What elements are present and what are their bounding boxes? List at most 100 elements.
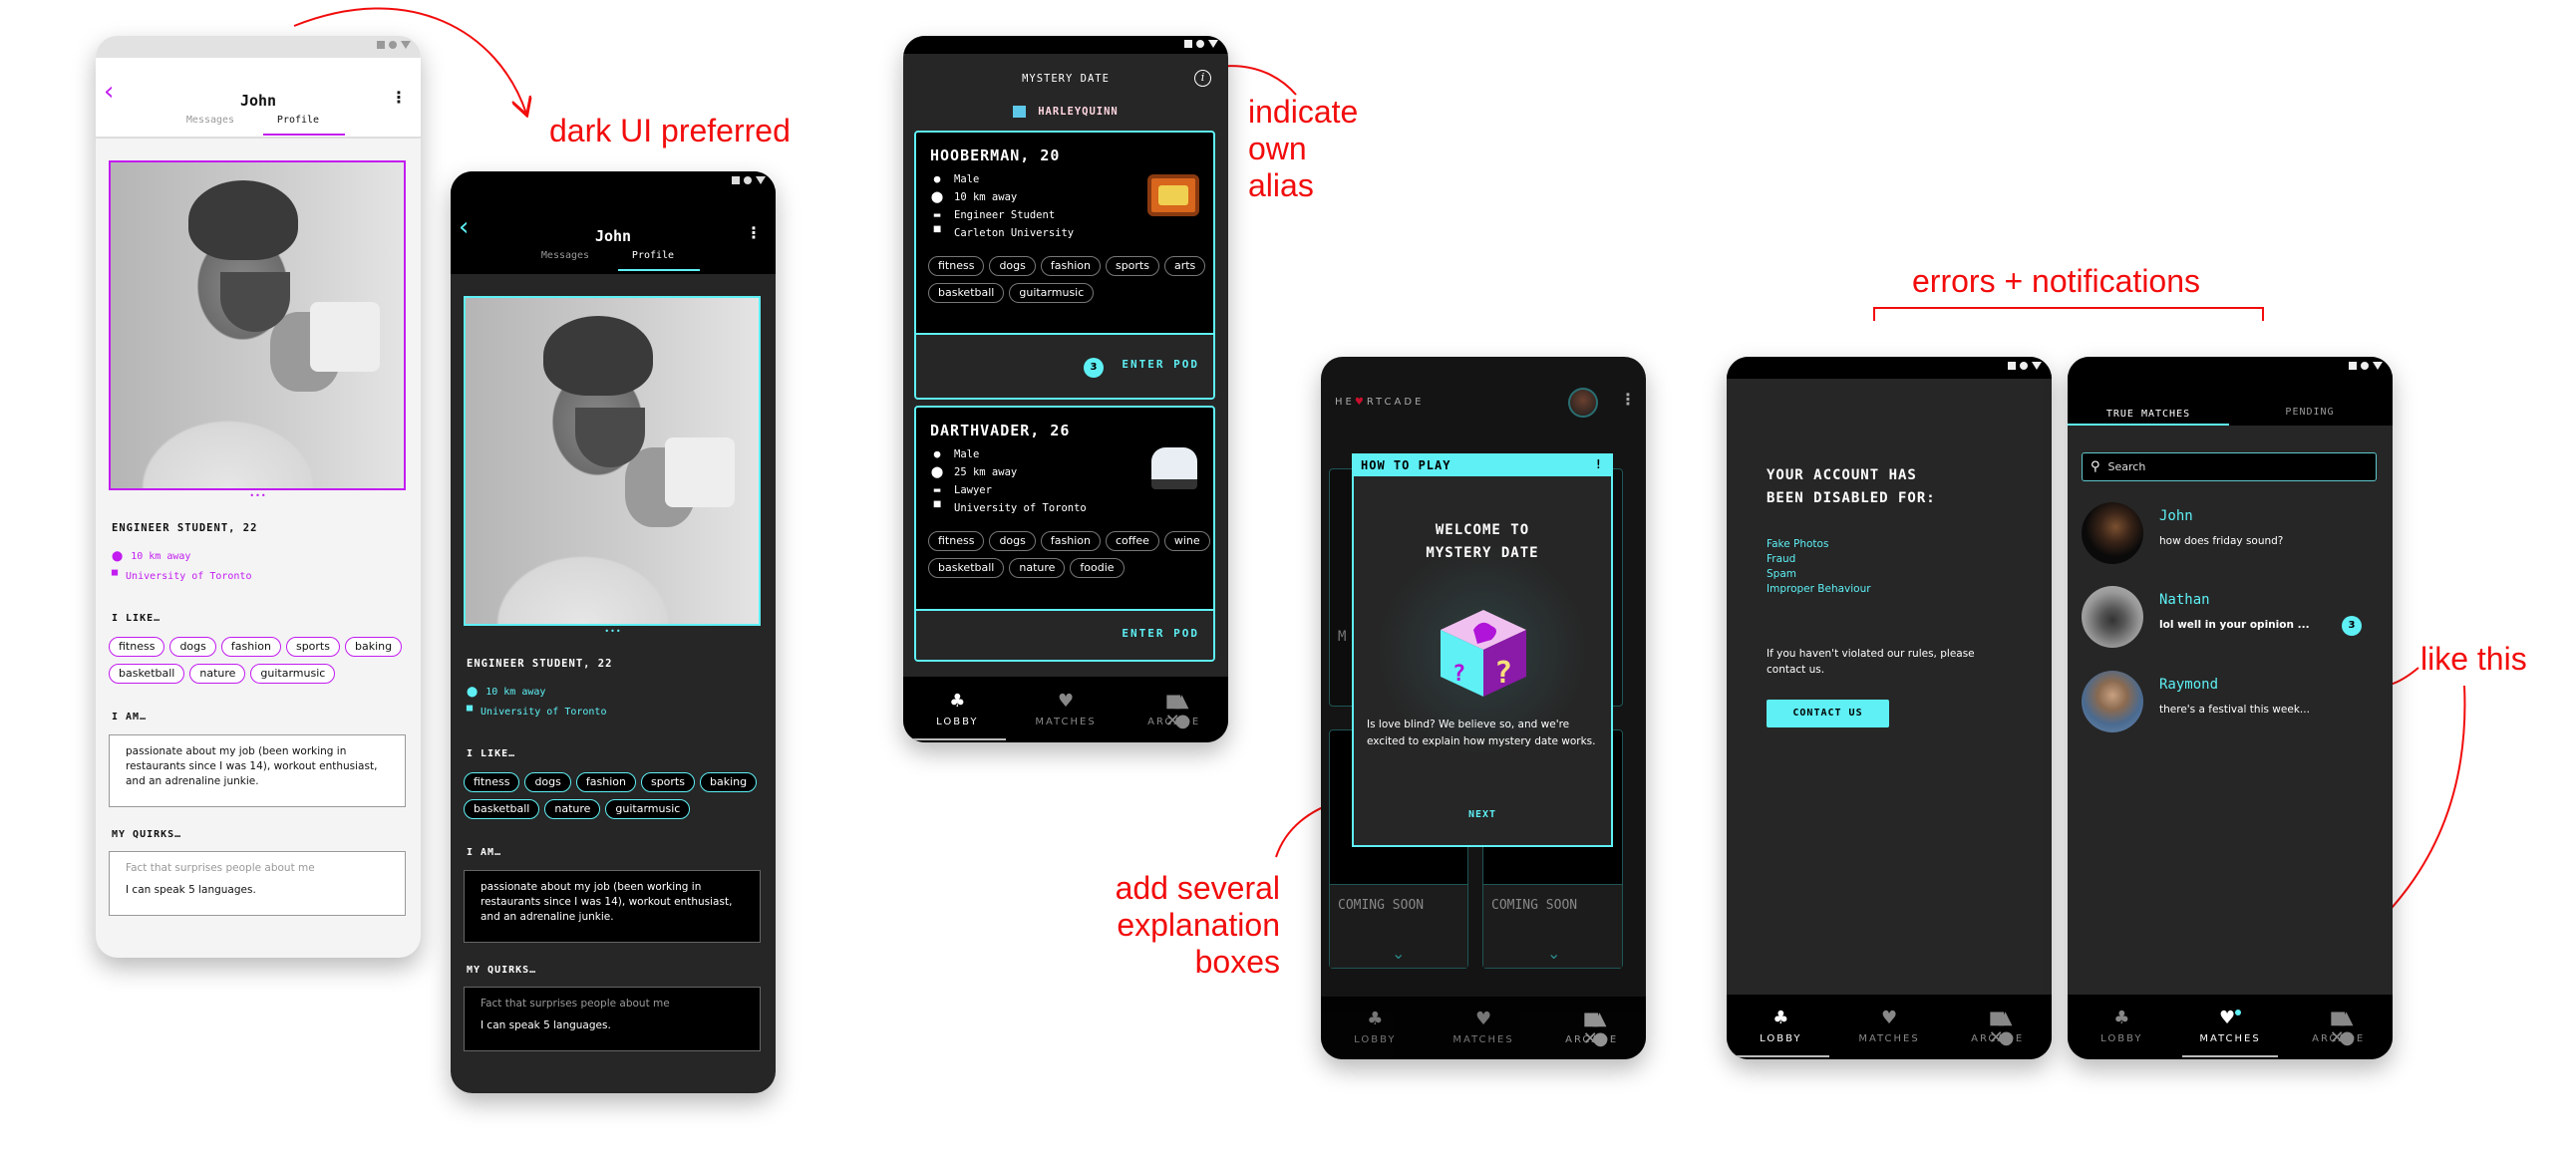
chip[interactable]: fashion <box>575 772 636 792</box>
nav-arcade[interactable]: ■ ▲ ✕ ● ARCADE <box>1537 997 1646 1059</box>
photo-pager-dots[interactable]: ••• <box>451 628 776 636</box>
coming-soon-label: COMING SOON <box>1338 898 1425 913</box>
quirks-label: MY QUIRKS… <box>112 829 182 840</box>
active-tab-indicator <box>618 269 700 271</box>
gender: Male <box>954 447 980 460</box>
chip[interactable]: nature <box>544 799 601 819</box>
headline: ENGINEER STUDENT, 22 <box>467 658 613 670</box>
match-message: how does friday sound? <box>2159 535 2284 547</box>
match-message: there's a festival this week... <box>2159 704 2310 716</box>
pod-card[interactable]: DARTHVADER, 26 ● Male ⬤ 25 km away ▬ Lawyer… <box>914 406 1215 662</box>
svg-text:?: ? <box>1452 662 1465 687</box>
nav-matches[interactable]: ♥ MATCHES <box>2176 995 2285 1059</box>
chip[interactable]: fitness <box>109 637 165 657</box>
nav-lobby[interactable]: ♣ LOBBY <box>903 677 1012 742</box>
notification-dot <box>2235 1010 2242 1015</box>
profile-header: ‹ John ⋮ Messages Profile <box>451 193 776 274</box>
unread-badge: 3 <box>2342 616 2362 636</box>
mystery-box-icon: ?? <box>1441 610 1526 697</box>
chip[interactable]: sports <box>285 637 340 657</box>
circle-icon <box>744 176 752 184</box>
nav-arcade[interactable]: ■ ▲ ✕ ● ARCADE <box>1120 677 1228 742</box>
nav-lobby[interactable]: ♣ LOBBY <box>1321 997 1430 1059</box>
tab-messages[interactable]: Messages <box>520 250 610 261</box>
more-menu-icon[interactable]: ⋮ <box>391 88 407 107</box>
chip[interactable]: nature <box>189 664 246 684</box>
next-button[interactable]: NEXT <box>1354 809 1611 820</box>
chip: nature <box>1009 558 1066 578</box>
chip: wine <box>1163 531 1210 551</box>
arcade-icon: ■ ▲ ✕ ● <box>1164 690 1191 731</box>
tab-pending[interactable]: PENDING <box>2229 407 2391 418</box>
signal-icon <box>401 41 411 49</box>
chip[interactable]: sports <box>640 772 695 792</box>
chip: dogs <box>989 256 1036 276</box>
nav-matches[interactable]: ♥ MATCHES <box>1012 677 1121 742</box>
match-item[interactable]: Nathan lol well in your opinion ... 3 <box>2082 586 2381 648</box>
likes-label: I LIKE… <box>467 748 516 759</box>
arcade-icon: ■ ▲ ✕ ● <box>1988 1008 2015 1048</box>
chip[interactable]: basketball <box>109 664 185 684</box>
likes-label: I LIKE… <box>112 613 161 624</box>
status-bar <box>96 36 421 58</box>
school: University of Toronto <box>126 571 252 582</box>
chip[interactable]: basketball <box>464 799 540 819</box>
profile-photo[interactable] <box>464 296 761 626</box>
photo-pager-dots[interactable]: ••• <box>96 492 421 500</box>
quirks-placeholder: Fact that surprises people about me <box>481 998 670 1010</box>
annotation-like-this: like this <box>2420 641 2527 677</box>
matches-screen: TRUE MATCHES PENDING ⚲ Search John how do… <box>2068 357 2393 1059</box>
more-menu-icon[interactable]: ⋮ <box>1620 390 1636 409</box>
annotation-alias: indicate own alias <box>1248 94 1359 203</box>
graduation-cap-icon: ▀ <box>933 501 941 514</box>
more-menu-icon[interactable]: ⋮ <box>746 223 762 242</box>
chip[interactable]: dogs <box>524 772 571 792</box>
status-bar <box>1727 357 2052 379</box>
chip: basketball <box>928 558 1005 578</box>
enter-pod-button[interactable]: ENTER POD <box>1122 627 1199 640</box>
nav-arcade[interactable]: ■ ▲ ✕ ● ARCADE <box>1943 995 2052 1059</box>
nav-matches[interactable]: ♥ MATCHES <box>1430 997 1538 1059</box>
screen-title: MYSTERY DATE <box>1022 73 1110 85</box>
tab-true-matches[interactable]: TRUE MATCHES <box>2068 409 2229 420</box>
tab-messages[interactable]: Messages <box>165 115 255 126</box>
tab-profile[interactable]: Profile <box>253 115 343 126</box>
search-input[interactable]: ⚲ Search <box>2082 452 2377 481</box>
iam-field[interactable]: passionate about my job (been working in… <box>109 734 406 807</box>
chip[interactable]: dogs <box>169 637 216 657</box>
iam-label: I AM… <box>112 712 148 722</box>
quirks-field[interactable]: Fact that surprises people about me I can… <box>109 851 406 916</box>
nav-lobby[interactable]: ♣ LOBBY <box>1727 995 1835 1059</box>
enter-pod-button[interactable]: ENTER POD <box>1122 358 1199 371</box>
tab-profile[interactable]: Profile <box>608 250 698 261</box>
distance: 10 km away <box>131 551 191 562</box>
chip[interactable]: guitarmusic <box>250 664 336 684</box>
match-item[interactable]: John how does friday sound? <box>2082 502 2381 564</box>
profile-header: ‹ John ⋮ Messages Profile <box>96 58 421 139</box>
location-pin-icon: ⬤ <box>467 687 479 698</box>
heart-icon: ♥ <box>1880 1008 1898 1028</box>
nav-arcade[interactable]: ■ ▲ ✕ ● ARCADE <box>2284 995 2393 1059</box>
chip[interactable]: fashion <box>220 637 281 657</box>
info-icon[interactable]: i <box>1194 70 1211 87</box>
chip[interactable]: fitness <box>464 772 520 792</box>
iam-field[interactable]: passionate about my job (been working in… <box>464 870 761 943</box>
user-avatar[interactable] <box>1568 388 1598 418</box>
matches-header: TRUE MATCHES PENDING <box>2068 357 2393 426</box>
nav-matches[interactable]: ♥ MATCHES <box>1835 995 1944 1059</box>
distance: 25 km away <box>954 465 1018 478</box>
annotation-dark-ui: dark UI preferred <box>549 113 791 148</box>
contact-us-button[interactable]: CONTACT US <box>1767 700 1889 727</box>
chip[interactable]: baking <box>699 772 758 792</box>
profile-photo[interactable] <box>109 160 406 490</box>
quirks-field[interactable]: Fact that surprises people about me I can… <box>464 987 761 1051</box>
pod-card[interactable]: HOOBERMAN, 20 ● Male ⬤ 10 km away ▬ Enginee… <box>914 131 1215 400</box>
chip[interactable]: guitarmusic <box>605 799 691 819</box>
chevron-down-icon: ⌄ <box>1392 944 1406 963</box>
nav-lobby[interactable]: ♣ LOBBY <box>2068 995 2176 1059</box>
chip[interactable]: baking <box>344 637 403 657</box>
heartcade-logo: HE♥RTCADE <box>1335 397 1425 408</box>
lobby-icon: ♣ <box>2113 1008 2130 1028</box>
modal-title: HOW TO PLAY <box>1361 458 1451 472</box>
match-item[interactable]: Raymond there's a festival this week... <box>2082 671 2381 732</box>
